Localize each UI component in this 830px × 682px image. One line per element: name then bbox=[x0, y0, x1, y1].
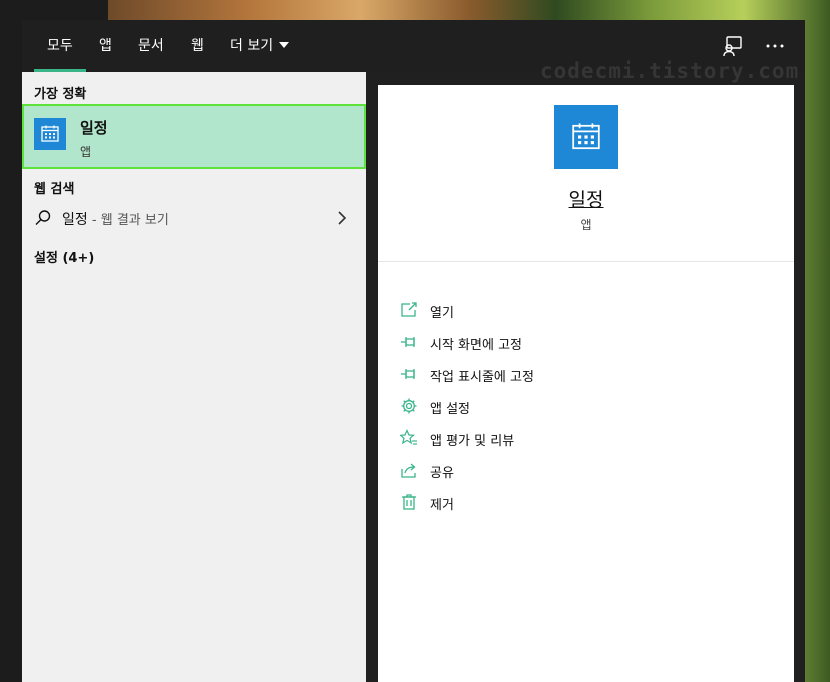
star-icon bbox=[398, 429, 418, 447]
share-icon bbox=[400, 461, 418, 479]
pin-icon bbox=[400, 333, 418, 351]
tab-all[interactable]: 모두 bbox=[34, 20, 86, 72]
tab-web[interactable]: 웹 bbox=[178, 20, 217, 72]
more-options-icon[interactable] bbox=[763, 34, 787, 58]
calendar-app-icon bbox=[34, 118, 66, 150]
open-icon bbox=[400, 301, 418, 319]
best-match-item[interactable]: 일정 앱 bbox=[22, 104, 366, 169]
action-uninstall[interactable]: 제거 bbox=[400, 491, 780, 515]
divider bbox=[378, 261, 794, 262]
detail-app-name[interactable]: 일정 bbox=[378, 185, 794, 212]
web-query-text: 일정 bbox=[62, 212, 88, 228]
trash-icon bbox=[400, 493, 418, 511]
web-search-result[interactable]: 일정 - 웹 결과 보기 bbox=[22, 202, 366, 234]
tab-more[interactable]: 더 보기 bbox=[217, 20, 302, 72]
gear-icon bbox=[400, 397, 418, 415]
results-list: 가장 정확 일정 앱 웹 검색 일정 - 웹 결과 보기 설정 (4+) bbox=[22, 72, 366, 682]
action-open[interactable]: 열기 bbox=[400, 299, 780, 323]
action-app-settings[interactable]: 앱 설정 bbox=[400, 395, 780, 419]
action-pin-taskbar[interactable]: 작업 표시줄에 고정 bbox=[400, 363, 780, 387]
detail-app-type: 앱 bbox=[580, 218, 592, 232]
web-search-heading: 웹 검색 bbox=[34, 182, 75, 197]
action-pin-start[interactable]: 시작 화면에 고정 bbox=[400, 331, 780, 355]
best-match-heading: 가장 정확 bbox=[34, 87, 87, 102]
web-query-suffix: - 웹 결과 보기 bbox=[87, 213, 169, 228]
chevron-down-icon bbox=[279, 42, 290, 48]
best-match-type: 앱 bbox=[80, 145, 92, 159]
tab-apps[interactable]: 앱 bbox=[86, 20, 125, 72]
best-match-name: 일정 bbox=[80, 119, 108, 137]
chevron-right-icon bbox=[336, 210, 348, 230]
pin-icon bbox=[400, 365, 418, 383]
settings-heading[interactable]: 설정 (4+) bbox=[34, 247, 94, 266]
action-rate-review[interactable]: 앱 평가 및 리뷰 bbox=[398, 427, 780, 451]
search-icon bbox=[34, 209, 52, 231]
feedback-icon[interactable] bbox=[721, 34, 745, 58]
watermark: codecmi.tistory.com bbox=[540, 59, 800, 83]
search-panel: 모두 앱 문서 웹 더 보기 가장 정확 일정 앱 웹 검색 일정 - 웹 결과… bbox=[22, 20, 805, 682]
calendar-app-large-icon bbox=[554, 105, 618, 169]
tab-documents[interactable]: 문서 bbox=[125, 20, 177, 72]
action-share[interactable]: 공유 bbox=[400, 459, 780, 483]
details-pane: 일정 앱 열기 시작 화면에 고정 작업 표시줄에 고정 앱 설정 앱 평가 및… bbox=[378, 85, 794, 682]
